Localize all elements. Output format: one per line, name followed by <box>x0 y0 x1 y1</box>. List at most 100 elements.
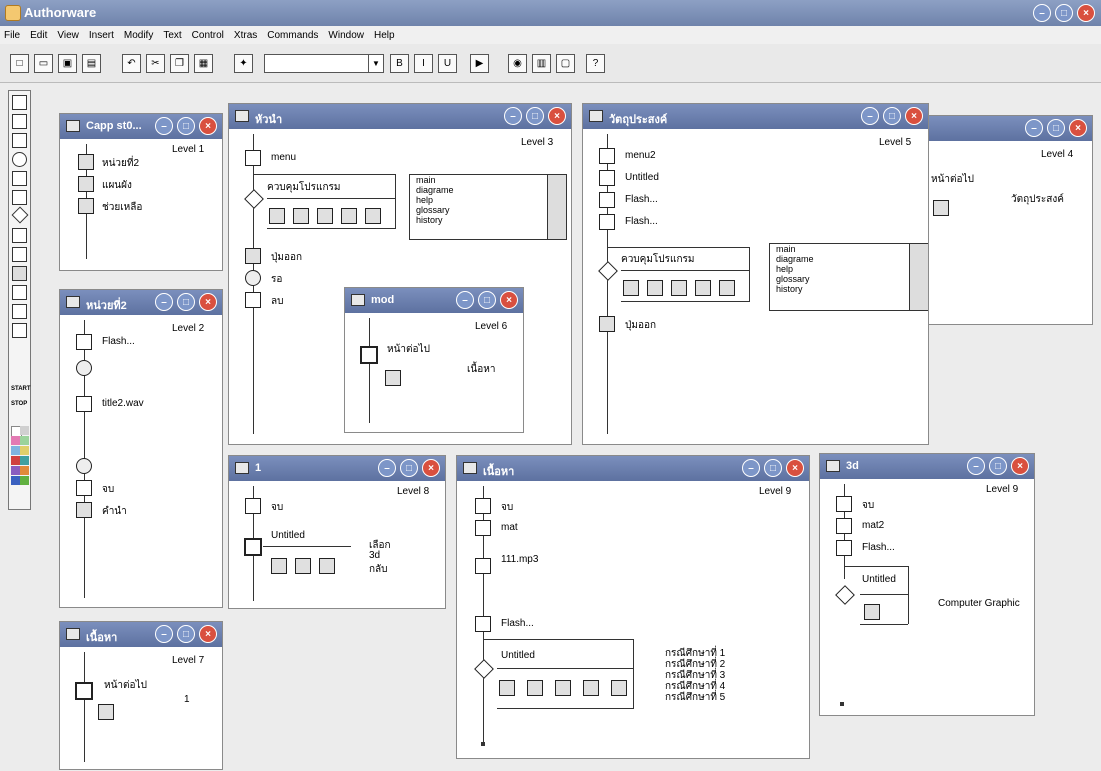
functions-icon[interactable]: ▥ <box>532 54 551 73</box>
close-button[interactable]: × <box>1069 119 1087 137</box>
flowline-window[interactable]: หน่วยที่2 – □ × Level 2 Flash... title2.wa… <box>59 289 223 608</box>
map-icon[interactable] <box>12 266 27 281</box>
list-item[interactable]: history <box>410 215 566 225</box>
map-icon[interactable] <box>671 280 687 296</box>
decision-icon[interactable] <box>11 206 29 224</box>
stop-flag-icon[interactable]: STOP <box>11 401 27 407</box>
framework-icon[interactable] <box>244 538 262 556</box>
color-swatch-green[interactable] <box>20 436 29 445</box>
sound-icon[interactable] <box>475 558 491 574</box>
sound-icon[interactable] <box>12 304 27 319</box>
map-icon[interactable] <box>864 604 880 620</box>
map-icon[interactable] <box>583 680 599 696</box>
erase-icon[interactable] <box>245 498 261 514</box>
paste-icon[interactable]: ▦ <box>194 54 213 73</box>
menu-xtras[interactable]: Xtras <box>234 30 257 41</box>
italic-button[interactable]: I <box>414 54 433 73</box>
map-icon[interactable] <box>76 502 92 518</box>
maximize-button[interactable]: □ <box>764 459 782 477</box>
display-icon[interactable] <box>12 95 27 110</box>
list-item[interactable]: main <box>770 244 928 254</box>
menu-control[interactable]: Control <box>192 30 224 41</box>
wait-icon[interactable] <box>12 152 27 167</box>
color-swatch-pink[interactable] <box>11 436 20 445</box>
interaction-icon[interactable] <box>835 585 855 605</box>
map-icon[interactable] <box>647 280 663 296</box>
list-item[interactable]: history <box>770 284 928 294</box>
map-icon[interactable] <box>245 248 261 264</box>
movie-icon[interactable] <box>599 192 615 208</box>
control-panel-icon[interactable]: ◉ <box>508 54 527 73</box>
flowline-window[interactable]: เนื้อหา – □ × Level 9 จบ mat 111.mp3 Flash… <box>456 455 810 759</box>
maximize-button[interactable]: □ <box>883 107 901 125</box>
calculation-icon[interactable] <box>12 247 27 262</box>
list-item[interactable]: help <box>410 195 566 205</box>
minimize-button[interactable]: – <box>1033 4 1051 22</box>
variables-icon[interactable]: ▢ <box>556 54 575 73</box>
close-button[interactable]: × <box>1077 4 1095 22</box>
close-button[interactable]: × <box>500 291 518 309</box>
movie-icon[interactable] <box>599 214 615 230</box>
interaction-icon[interactable] <box>244 189 264 209</box>
flowline-window[interactable]: วัตถุประสงค์ – □ × Level 5 menu2 Untitled … <box>582 103 929 445</box>
close-button[interactable]: × <box>199 293 217 311</box>
save-icon[interactable]: ▣ <box>58 54 77 73</box>
close-button[interactable]: × <box>199 117 217 135</box>
framework-icon[interactable] <box>75 682 93 700</box>
maximize-button[interactable]: □ <box>177 117 195 135</box>
map-icon[interactable] <box>78 176 94 192</box>
color-swatch-blue[interactable] <box>11 446 20 455</box>
video-icon[interactable] <box>12 323 27 338</box>
list-item[interactable]: main <box>410 175 566 185</box>
movie-icon[interactable] <box>836 540 852 556</box>
map-icon[interactable] <box>499 680 515 696</box>
branch-list[interactable]: main diagrame help glossary history <box>409 174 567 240</box>
map-icon[interactable] <box>611 680 627 696</box>
maximize-button[interactable]: □ <box>1055 4 1073 22</box>
maximize-button[interactable]: □ <box>989 457 1007 475</box>
maximize-button[interactable]: □ <box>177 625 195 643</box>
minimize-button[interactable]: – <box>155 117 173 135</box>
map-icon[interactable] <box>695 280 711 296</box>
interaction-icon[interactable] <box>12 228 27 243</box>
maximize-button[interactable]: □ <box>400 459 418 477</box>
map-icon[interactable] <box>78 154 94 170</box>
map-icon[interactable] <box>319 558 335 574</box>
minimize-button[interactable]: – <box>967 457 985 475</box>
color-swatch-red[interactable] <box>11 456 20 465</box>
list-item[interactable]: glossary <box>770 274 928 284</box>
movie-icon[interactable] <box>76 334 92 350</box>
menu-file[interactable]: File <box>4 30 20 41</box>
close-button[interactable]: × <box>548 107 566 125</box>
menu-modify[interactable]: Modify <box>124 30 153 41</box>
map-icon[interactable] <box>271 558 287 574</box>
color-swatch-navy[interactable] <box>11 476 20 485</box>
map-icon[interactable] <box>295 558 311 574</box>
maximize-button[interactable]: □ <box>177 293 195 311</box>
find-icon[interactable]: ✦ <box>234 54 253 73</box>
minimize-button[interactable]: – <box>1025 119 1043 137</box>
undo-icon[interactable]: ↶ <box>122 54 141 73</box>
cut-icon[interactable]: ✂ <box>146 54 165 73</box>
maximize-button[interactable]: □ <box>526 107 544 125</box>
movie-icon[interactable] <box>475 616 491 632</box>
flowline-window[interactable]: – □ × Level 4 หน้าต่อไป วัตถุประสงค์ <box>928 115 1093 325</box>
new-file-icon[interactable]: □ <box>10 54 29 73</box>
flowline-window[interactable]: 1 – □ × Level 8 จบ Untitled เลือก 3d กลับ <box>228 455 446 609</box>
color-swatch-lime[interactable] <box>20 476 29 485</box>
close-button[interactable]: × <box>422 459 440 477</box>
minimize-button[interactable]: – <box>155 625 173 643</box>
map-icon[interactable] <box>555 680 571 696</box>
maximize-button[interactable]: □ <box>478 291 496 309</box>
map-icon[interactable] <box>599 316 615 332</box>
flowline-window[interactable]: 3d – □ × Level 9 จบ mat2 Flash... Untitled… <box>819 453 1035 716</box>
underline-button[interactable]: U <box>438 54 457 73</box>
display-icon[interactable] <box>245 150 261 166</box>
display-icon[interactable] <box>599 148 615 164</box>
minimize-button[interactable]: – <box>504 107 522 125</box>
close-button[interactable]: × <box>199 625 217 643</box>
interaction-icon[interactable] <box>598 261 618 281</box>
map-icon[interactable] <box>385 370 401 386</box>
menu-help[interactable]: Help <box>374 30 395 41</box>
scrollbar[interactable] <box>547 175 566 239</box>
